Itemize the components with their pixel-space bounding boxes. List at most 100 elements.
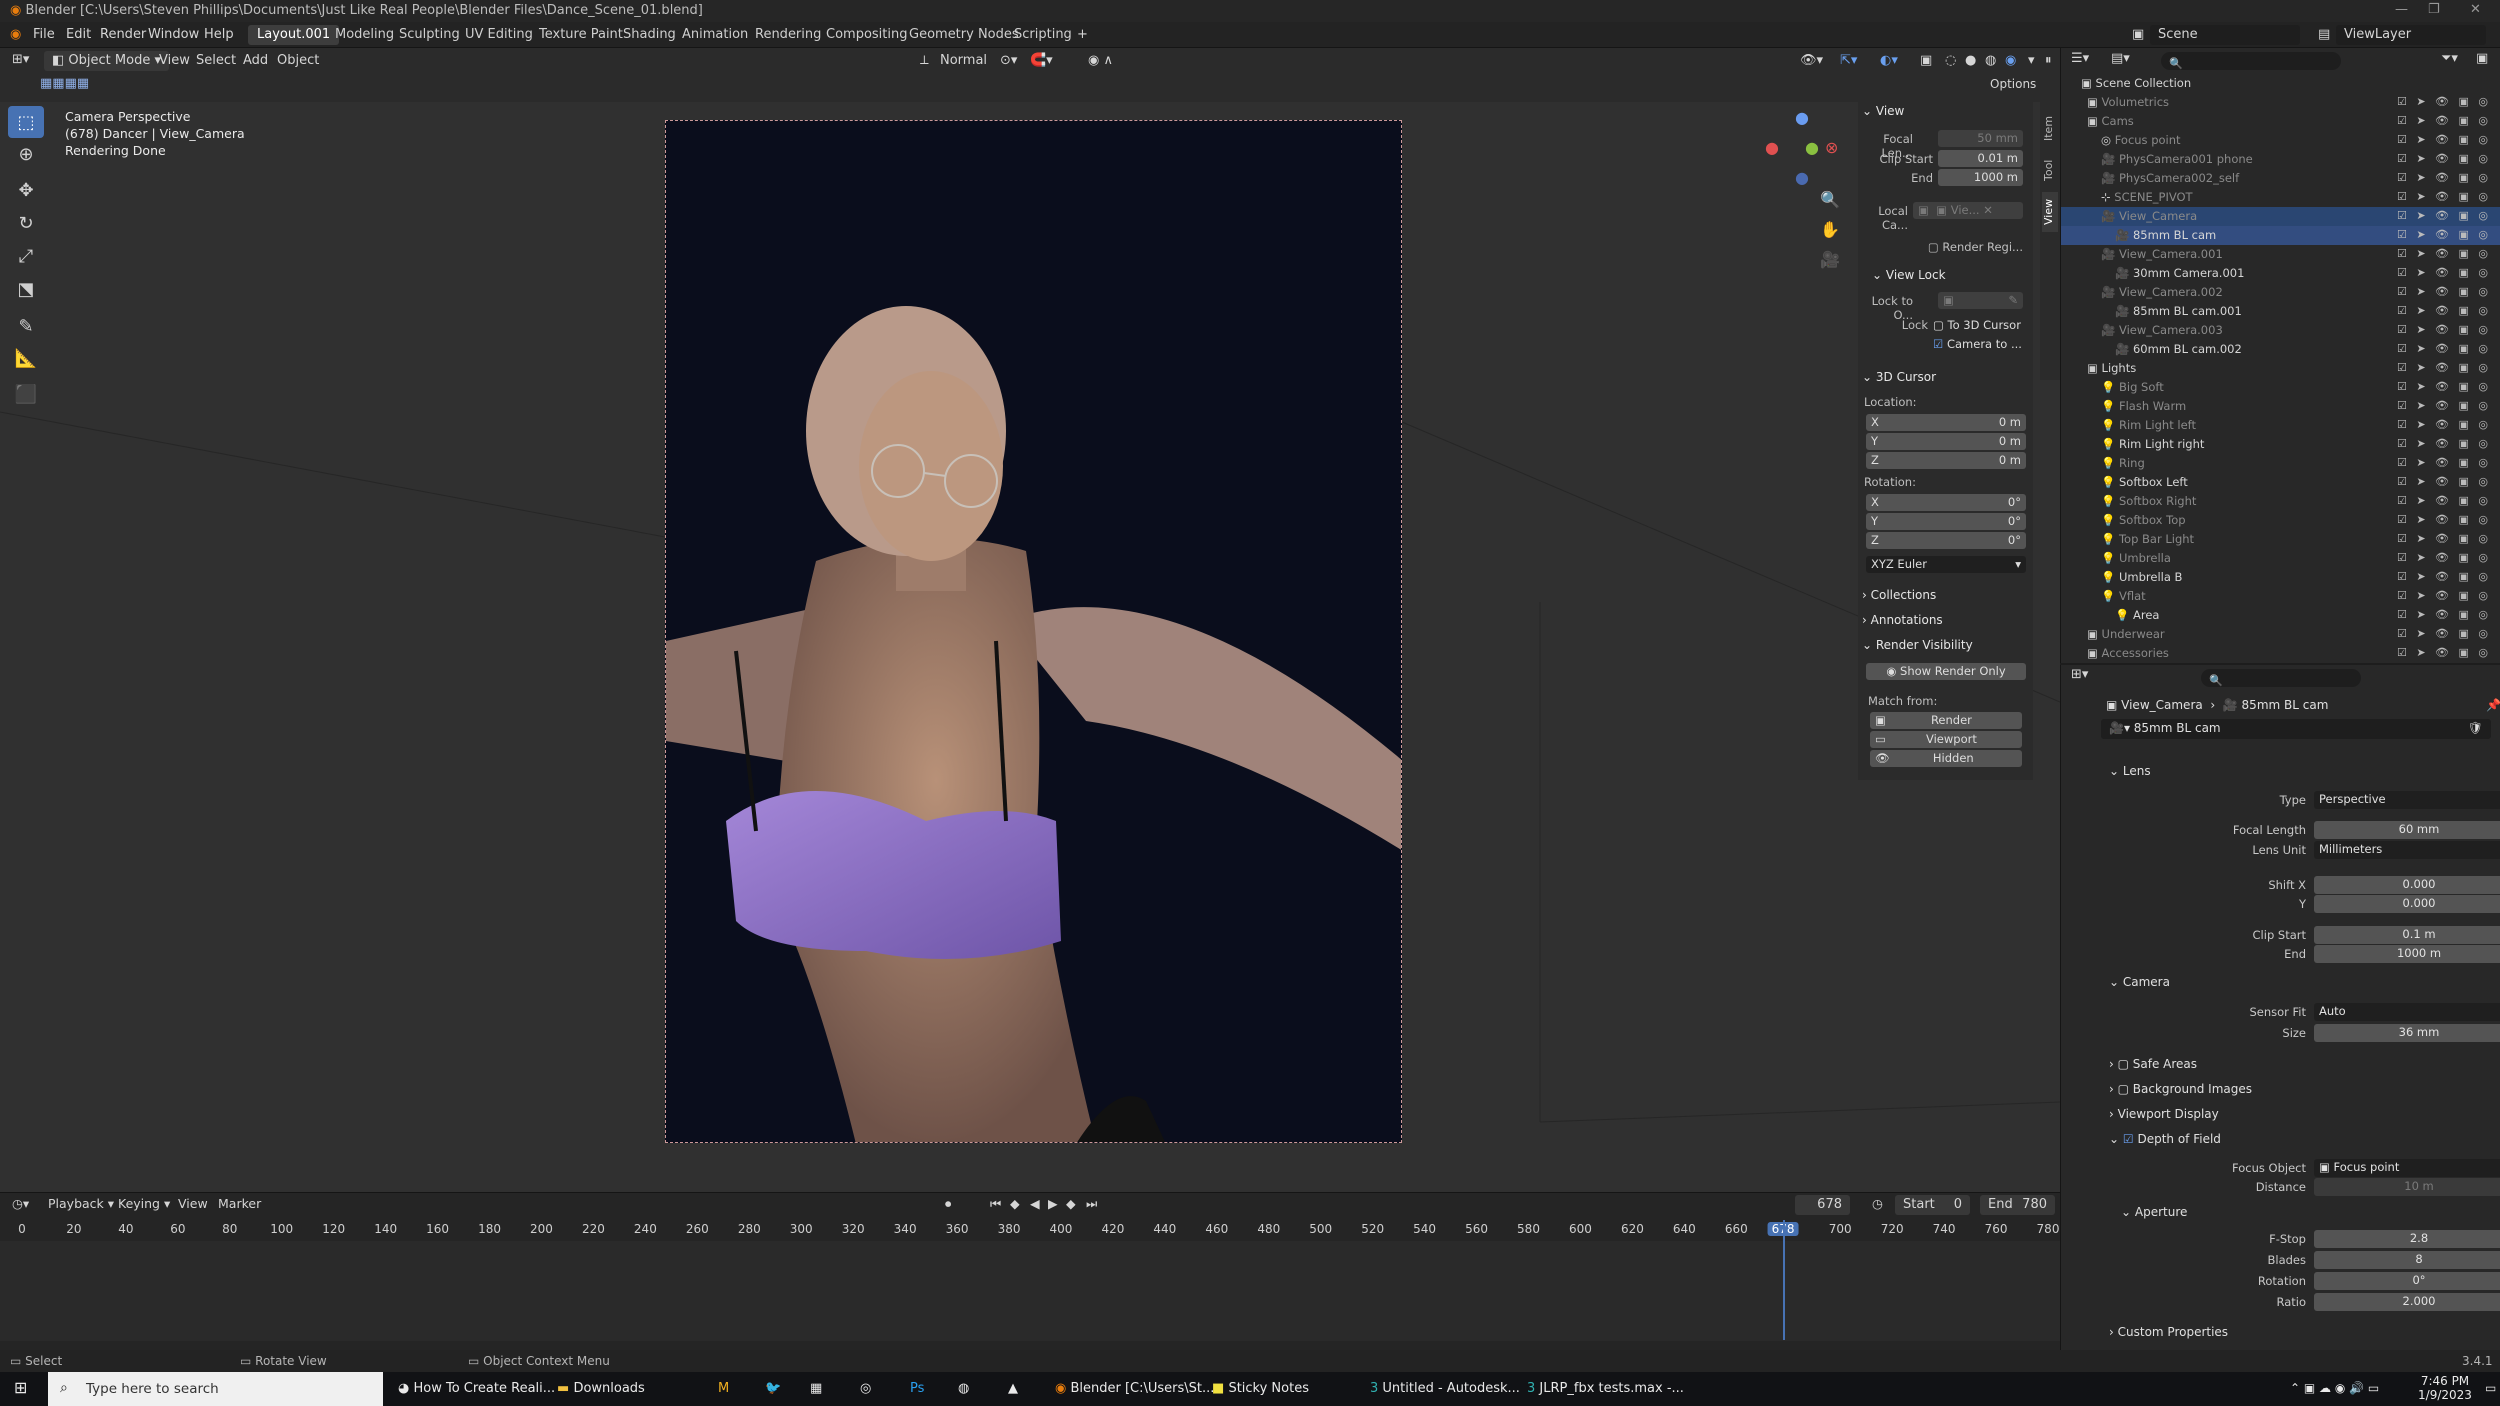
visibility-toggles-icon[interactable]: ☑ ➤ 👁 ▣ ◎ <box>2397 209 2491 222</box>
visibility-icon[interactable]: 👁▾ <box>1800 53 1823 68</box>
cursor-rotation-z[interactable]: Z 0° <box>1866 532 2026 549</box>
camera-view-icon[interactable]: 🎥 <box>1820 250 1840 269</box>
shift-y-field[interactable]: 0.000 <box>2314 895 2500 913</box>
outliner-row[interactable]: 💡 Softbox Right ☑ ➤ 👁 ▣ ◎ <box>2061 492 2500 511</box>
shading-options-icon[interactable]: ▾ <box>2028 53 2035 68</box>
visibility-toggles-icon[interactable]: ☑ ➤ 👁 ▣ ◎ <box>2397 646 2491 659</box>
end-frame-field[interactable]: End 780 <box>1980 1195 2055 1215</box>
windows-start-icon[interactable]: ⊞ <box>14 1378 27 1397</box>
outliner-row[interactable]: 💡 Umbrella B ☑ ➤ 👁 ▣ ◎ <box>2061 568 2500 587</box>
new-collection-icon[interactable]: ▣ <box>2476 51 2488 66</box>
outliner-row[interactable]: ▣ Accessories ☑ ➤ 👁 ▣ ◎ <box>2061 644 2500 663</box>
camera-to-view-checkbox[interactable]: ☑ Camera to ... <box>1933 337 2022 351</box>
visibility-toggles-icon[interactable]: ☑ ➤ 👁 ▣ ◎ <box>2397 228 2491 241</box>
view-layer-icon[interactable]: ▤ <box>2318 27 2330 42</box>
prop-clip-end-field[interactable]: 1000 m <box>2314 945 2500 963</box>
tab-uv-editing[interactable]: UV Editing <box>456 25 542 45</box>
cursor-rotation-x[interactable]: X 0° <box>1866 494 2026 511</box>
properties-search[interactable]: 🔍 <box>2201 669 2361 687</box>
tab-item[interactable]: Item <box>2042 108 2058 148</box>
menu-keying[interactable]: Keying ▾ <box>118 1196 170 1211</box>
filter-icon[interactable]: ⏷▾ <box>2441 51 2458 66</box>
focus-object-field[interactable]: ▣ Focus point✕ <box>2314 1159 2500 1177</box>
outliner-row[interactable]: 🎥 60mm BL cam.002 ☑ ➤ 👁 ▣ ◎ <box>2061 340 2500 359</box>
outliner-row[interactable]: ⊹ SCENE_PIVOT ☑ ➤ 👁 ▣ ◎ <box>2061 188 2500 207</box>
shading-material-icon[interactable]: ◍ <box>1985 53 1996 68</box>
safe-areas-header[interactable]: › ▢ Safe Areas <box>2109 1057 2197 1071</box>
display-mode-icon[interactable]: ▤▾ <box>2111 51 2130 66</box>
prev-keyframe-icon[interactable]: ◆ <box>1010 1196 1020 1211</box>
menu-edit[interactable]: Edit <box>66 27 91 42</box>
visibility-toggles-icon[interactable]: ☑ ➤ 👁 ▣ ◎ <box>2397 399 2491 412</box>
minimize-icon[interactable]: — <box>2395 2 2408 17</box>
chrome-app-icon[interactable]: ◕ How To Create Reali... <box>398 1381 555 1396</box>
visibility-toggles-icon[interactable]: ☑ ➤ 👁 ▣ ◎ <box>2397 418 2491 431</box>
gizmo-icon[interactable]: ⇱▾ <box>1840 53 1857 68</box>
orientation-selector[interactable]: Normal <box>940 53 987 68</box>
annotations-header[interactable]: › Annotations <box>1862 613 1943 627</box>
render-region-checkbox[interactable]: ▢ Render Regi... <box>1918 240 2023 254</box>
depth-of-field-header[interactable]: ⌄ ☑ Depth of Field <box>2109 1132 2221 1146</box>
overlay-icon[interactable]: ◐▾ <box>1880 53 1898 68</box>
visibility-toggles-icon[interactable]: ☑ ➤ 👁 ▣ ◎ <box>2397 114 2491 127</box>
record-icon[interactable]: ⏺ <box>945 1196 951 1212</box>
add-cube-icon[interactable]: ⬛ <box>8 378 44 410</box>
outliner-row[interactable]: 🎥 View_Camera ☑ ➤ 👁 ▣ ◎ <box>2061 207 2500 226</box>
jump-end-icon[interactable]: ⏭ <box>1086 1196 1097 1212</box>
keyframe-area[interactable] <box>0 1241 2060 1341</box>
outliner-editor-icon[interactable]: ☰▾ <box>2071 51 2089 66</box>
outliner-row[interactable]: 🎥 30mm Camera.001 ☑ ➤ 👁 ▣ ◎ <box>2061 264 2500 283</box>
outliner-row[interactable]: 💡 Top Bar Light ☑ ➤ 👁 ▣ ◎ <box>2061 530 2500 549</box>
add-workspace-icon[interactable]: + <box>1077 27 1088 42</box>
visibility-toggles-icon[interactable]: ☑ ➤ 👁 ▣ ◎ <box>2397 627 2491 640</box>
playhead[interactable] <box>1783 1220 1786 1340</box>
camera-panel-header[interactable]: ⌄ Camera <box>2109 975 2170 989</box>
scale-tool-icon[interactable]: ⤢ <box>8 240 44 272</box>
match-render-button[interactable]: ▣ Render <box>1870 712 2022 729</box>
outliner-row[interactable]: ◎ Focus point ☑ ➤ 👁 ▣ ◎ <box>2061 131 2500 150</box>
transform-tool-icon[interactable]: ⬔ <box>8 273 44 305</box>
outliner-row[interactable]: 💡 Softbox Left ☑ ➤ 👁 ▣ ◎ <box>2061 473 2500 492</box>
sensor-fit-dropdown[interactable]: Auto▾ <box>2314 1003 2500 1021</box>
outliner-row[interactable]: 🎥 View_Camera.003 ☑ ➤ 👁 ▣ ◎ <box>2061 321 2500 340</box>
shading-rendered-icon[interactable]: ◉ <box>2005 53 2016 68</box>
sticky-notes-icon[interactable]: ■ Sticky Notes <box>1212 1381 1309 1396</box>
axis-neg-z-icon[interactable]: ● <box>1795 168 1809 187</box>
xray-icon[interactable]: ▣ <box>1920 53 1932 68</box>
select-box-icon[interactable]: ⬚ <box>8 106 44 138</box>
rotation-mode-dropdown[interactable]: XYZ Euler ▾ <box>1866 556 2026 573</box>
background-images-header[interactable]: › ▢ Background Images <box>2109 1082 2252 1096</box>
autodesk-app-icon[interactable]: 3 Untitled - Autodesk... <box>1370 1381 1520 1396</box>
shift-x-field[interactable]: 0.000 <box>2314 876 2500 894</box>
menu-view[interactable]: View <box>159 53 190 68</box>
cursor-location-y[interactable]: Y0 m <box>1866 433 2026 450</box>
outliner-row[interactable]: ▣ Cams ☑ ➤ 👁 ▣ ◎ <box>2061 112 2500 131</box>
lens-type-dropdown[interactable]: Perspective▾ <box>2314 791 2500 809</box>
play-reverse-icon[interactable]: ◀ <box>1030 1196 1040 1211</box>
visibility-toggles-icon[interactable]: ☑ ➤ 👁 ▣ ◎ <box>2397 570 2491 583</box>
visibility-toggles-icon[interactable]: ☑ ➤ 👁 ▣ ◎ <box>2397 494 2491 507</box>
timeline-editor-type-icon[interactable]: ◷▾ <box>12 1196 29 1211</box>
outliner-row[interactable]: 💡 Rim Light right ☑ ➤ 👁 ▣ ◎ <box>2061 435 2500 454</box>
cursor-tool-icon[interactable]: ⊕ <box>8 138 44 170</box>
taskbar-clock[interactable]: 7:46 PM 1/9/2023 <box>2410 1374 2480 1402</box>
visibility-toggles-icon[interactable]: ☑ ➤ 👁 ▣ ◎ <box>2397 171 2491 184</box>
outliner-row[interactable]: 🎥 85mm BL cam ☑ ➤ 👁 ▣ ◎ <box>2061 226 2500 245</box>
match-viewport-button[interactable]: ▭ Viewport <box>1870 731 2022 748</box>
annotate-tool-icon[interactable]: ✎ <box>8 310 44 342</box>
blender-menu-icon[interactable]: ◉ <box>10 27 21 42</box>
ratio-field[interactable]: 2.000 <box>2314 1293 2500 1311</box>
blades-field[interactable]: 8 <box>2314 1251 2500 1269</box>
outliner-row[interactable]: ▣ Lights ☑ ➤ 👁 ▣ ◎ <box>2061 359 2500 378</box>
axis-neg-x-icon[interactable]: ● <box>1765 138 1779 157</box>
visibility-toggles-icon[interactable]: ☑ ➤ 👁 ▣ ◎ <box>2397 532 2491 545</box>
menu-playback[interactable]: Playback ▾ <box>48 1196 114 1211</box>
menu-marker[interactable]: Marker <box>218 1196 261 1211</box>
tab-scripting[interactable]: Scripting <box>1005 25 1081 45</box>
app-bird-icon[interactable]: 🐦 <box>765 1381 781 1396</box>
current-frame-field[interactable]: 678 <box>1795 1195 1850 1215</box>
outliner-row[interactable]: 💡 Rim Light left ☑ ➤ 👁 ▣ ◎ <box>2061 416 2500 435</box>
visibility-toggles-icon[interactable]: ☑ ➤ 👁 ▣ ◎ <box>2397 133 2491 146</box>
maximize-icon[interactable]: ❐ <box>2428 2 2440 17</box>
pan-icon[interactable]: ✋ <box>1820 220 1840 239</box>
